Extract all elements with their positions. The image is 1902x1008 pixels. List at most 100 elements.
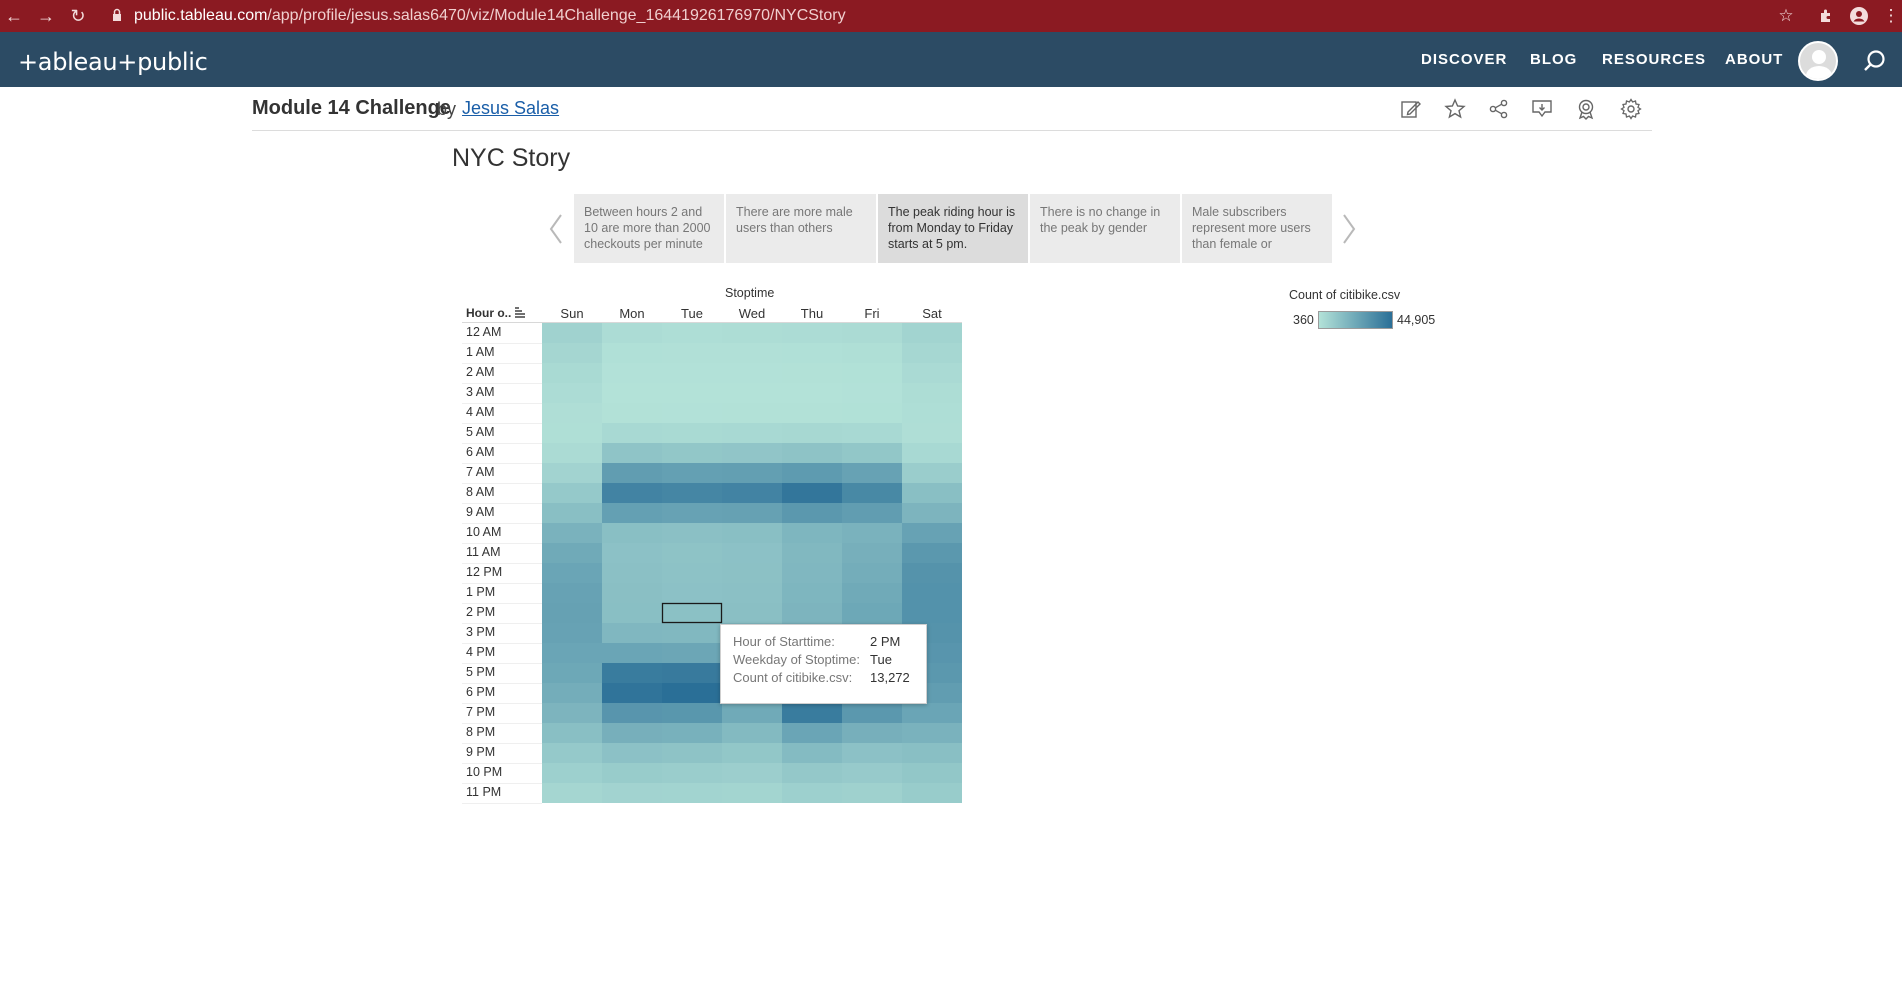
heatmap-cell[interactable] [542, 403, 602, 423]
heatmap-cell[interactable] [722, 703, 782, 723]
heatmap-cell[interactable] [602, 763, 662, 783]
heatmap-cell[interactable] [722, 583, 782, 603]
heatmap-cell[interactable] [782, 743, 842, 763]
heatmap-cell[interactable] [602, 363, 662, 383]
heatmap-cell[interactable] [662, 603, 722, 623]
heatmap-cell[interactable] [722, 343, 782, 363]
story-point-2[interactable]: There are more male users than others [726, 194, 876, 263]
row-label[interactable]: 5 AM [466, 425, 536, 439]
row-label[interactable]: 12 AM [466, 325, 536, 339]
heatmap-cell[interactable] [542, 323, 602, 343]
row-label[interactable]: 11 PM [466, 785, 536, 799]
heatmap-cell[interactable] [662, 323, 722, 343]
heatmap-cell[interactable] [902, 723, 962, 743]
heatmap-cell[interactable] [722, 783, 782, 803]
heatmap-cell[interactable] [842, 383, 902, 403]
heatmap-cell[interactable] [842, 563, 902, 583]
heatmap-cell[interactable] [842, 583, 902, 603]
heatmap-cell[interactable] [782, 783, 842, 803]
row-label[interactable]: 1 AM [466, 345, 536, 359]
heatmap-cell[interactable] [602, 663, 662, 683]
heatmap-cell[interactable] [722, 323, 782, 343]
heatmap-cell[interactable] [662, 403, 722, 423]
row-label[interactable]: 9 AM [466, 505, 536, 519]
heatmap-cell[interactable] [782, 763, 842, 783]
heatmap-cell[interactable] [782, 323, 842, 343]
heatmap-cell[interactable] [662, 523, 722, 543]
heatmap-cell[interactable] [902, 743, 962, 763]
heatmap-cell[interactable] [662, 423, 722, 443]
row-label[interactable]: 4 PM [466, 645, 536, 659]
heatmap-cell[interactable] [842, 463, 902, 483]
column-header-tue[interactable]: Tue [662, 306, 722, 321]
search-icon[interactable] [1863, 49, 1887, 73]
heatmap-cell[interactable] [542, 483, 602, 503]
nav-discover[interactable]: DISCOVER [1421, 51, 1507, 68]
heatmap-cell[interactable] [902, 483, 962, 503]
heatmap-cell[interactable] [902, 343, 962, 363]
heatmap-cell[interactable] [662, 363, 722, 383]
nav-resources[interactable]: RESOURCES [1602, 51, 1706, 68]
heatmap-cell[interactable] [542, 383, 602, 403]
heatmap-cell[interactable] [602, 503, 662, 523]
heatmap-cell[interactable] [842, 763, 902, 783]
heatmap-cell[interactable] [782, 723, 842, 743]
column-header-wed[interactable]: Wed [722, 306, 782, 321]
heatmap-cell[interactable] [902, 463, 962, 483]
heatmap-cell[interactable] [902, 603, 962, 623]
heatmap-cell[interactable] [662, 443, 722, 463]
row-label[interactable]: 11 AM [466, 545, 536, 559]
row-label[interactable]: 6 PM [466, 685, 536, 699]
heatmap-cell[interactable] [722, 723, 782, 743]
heatmap-cell[interactable] [542, 563, 602, 583]
heatmap-cell[interactable] [722, 363, 782, 383]
row-label[interactable]: 9 PM [466, 745, 536, 759]
nav-blog[interactable]: BLOG [1530, 51, 1577, 68]
heatmap-cell[interactable] [602, 563, 662, 583]
column-header-thu[interactable]: Thu [782, 306, 842, 321]
heatmap-cell[interactable] [842, 363, 902, 383]
edit-icon[interactable] [1399, 97, 1423, 121]
heatmap-cell[interactable] [902, 363, 962, 383]
heatmap-cell[interactable] [782, 703, 842, 723]
nav-about[interactable]: ABOUT [1725, 51, 1783, 68]
heatmap-cell[interactable] [602, 723, 662, 743]
heatmap-cell[interactable] [842, 403, 902, 423]
heatmap-cell[interactable] [722, 463, 782, 483]
favorite-star-icon[interactable] [1443, 97, 1467, 121]
heatmap-cell[interactable] [602, 643, 662, 663]
heatmap-cell[interactable] [782, 383, 842, 403]
heatmap-cell[interactable] [782, 483, 842, 503]
heatmap-cell[interactable] [662, 643, 722, 663]
row-label[interactable]: 2 AM [466, 365, 536, 379]
heatmap-cell[interactable] [842, 783, 902, 803]
heatmap-cell[interactable] [542, 703, 602, 723]
heatmap-cell[interactable] [902, 523, 962, 543]
heatmap-cell[interactable] [842, 603, 902, 623]
heatmap-cell[interactable] [902, 703, 962, 723]
heatmap-cell[interactable] [542, 743, 602, 763]
heatmap-cell[interactable] [842, 523, 902, 543]
heatmap-cell[interactable] [662, 503, 722, 523]
heatmap-cell[interactable] [782, 343, 842, 363]
heatmap-cell[interactable] [842, 723, 902, 743]
settings-gear-icon[interactable] [1619, 97, 1643, 121]
heatmap-cell[interactable] [842, 703, 902, 723]
story-point-1[interactable]: Between hours 2 and 10 are more than 200… [574, 194, 724, 263]
sort-icon[interactable] [514, 306, 526, 318]
heatmap-cell[interactable] [782, 463, 842, 483]
heatmap-cell[interactable] [602, 383, 662, 403]
heatmap-cell[interactable] [602, 483, 662, 503]
heatmap-cell[interactable] [902, 403, 962, 423]
heatmap-cell[interactable] [602, 543, 662, 563]
row-label[interactable]: 4 AM [466, 405, 536, 419]
column-header-sun[interactable]: Sun [542, 306, 602, 321]
heatmap-cell[interactable] [662, 683, 722, 703]
heatmap-cell[interactable] [602, 603, 662, 623]
heatmap-cell[interactable] [722, 483, 782, 503]
row-label[interactable]: 3 AM [466, 385, 536, 399]
heatmap-cell[interactable] [842, 743, 902, 763]
heatmap-cell[interactable] [722, 543, 782, 563]
heatmap-cell[interactable] [662, 703, 722, 723]
story-point-5[interactable]: Male subscribers represent more users th… [1182, 194, 1332, 263]
